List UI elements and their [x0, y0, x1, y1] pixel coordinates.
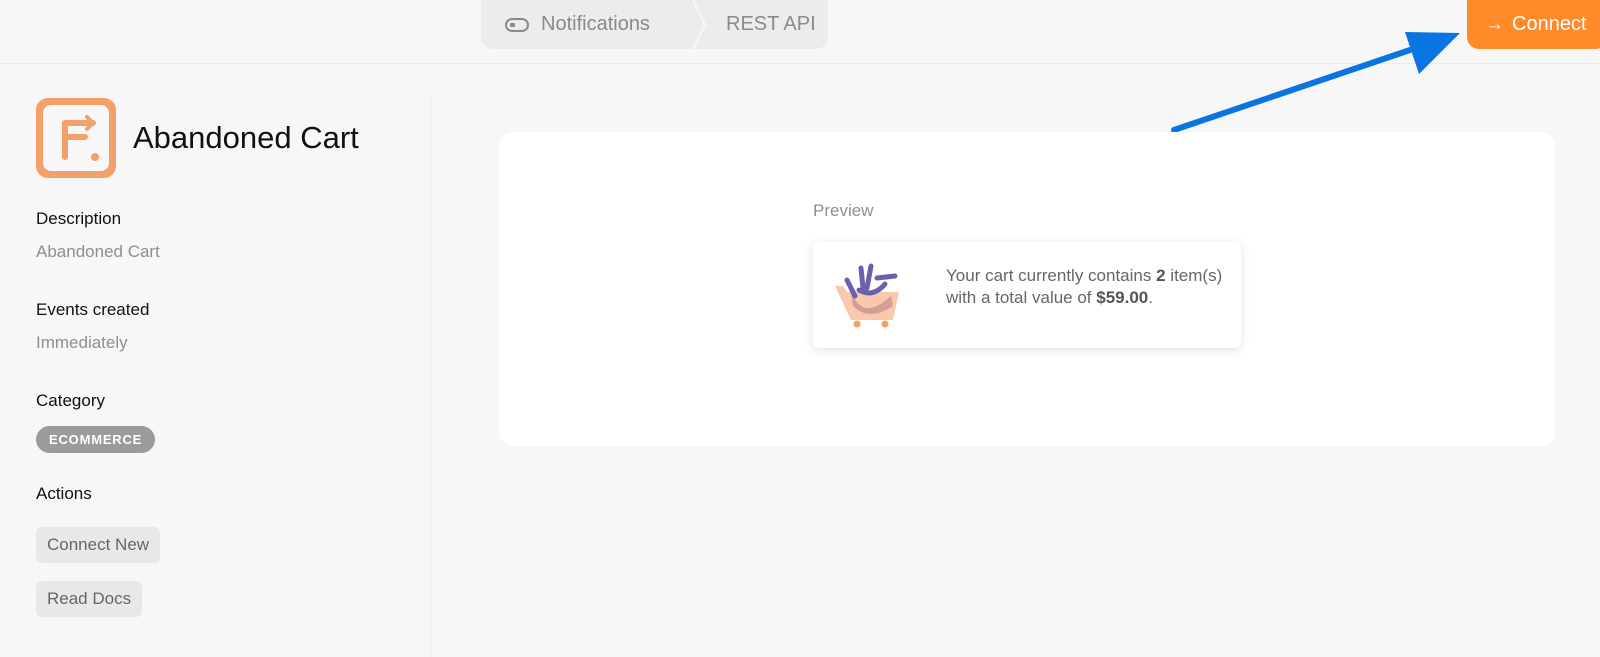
breadcrumb-item-notifications[interactable]: Notifications: [481, 0, 692, 49]
notification-preview-card: Your cart currently contains 2 item(s) w…: [813, 242, 1241, 348]
shopping-cart-illustration: [835, 263, 899, 328]
sidebar: Abandoned Cart Description Abandoned Car…: [0, 96, 431, 657]
read-docs-button[interactable]: Read Docs: [36, 581, 143, 617]
preview-message: Your cart currently contains 2 item(s) w…: [946, 266, 1223, 307]
preview-panel: Preview Your cart currently contains 2 i…: [499, 132, 1555, 446]
breadcrumb-label: Notifications: [541, 13, 650, 35]
events-created-label: Events created: [36, 300, 150, 319]
category-label: Category: [36, 391, 105, 410]
connect-button[interactable]: → Connect: [1467, 0, 1600, 49]
total-value: $59.00: [1096, 288, 1149, 307]
breadcrumb: Notifications REST API: [481, 0, 828, 49]
breadcrumb-item-rest-api[interactable]: REST API: [706, 0, 816, 49]
chevron-separator-icon: [692, 0, 706, 49]
description-value: Abandoned Cart: [36, 242, 160, 261]
page-title: Abandoned Cart: [133, 120, 359, 155]
events-created-value: Immediately: [36, 333, 128, 352]
actions-label: Actions: [36, 484, 92, 503]
top-bar: Notifications REST API → Connect: [0, 0, 1600, 64]
breadcrumb-label: REST API: [726, 13, 816, 35]
toggle-icon: [505, 17, 529, 32]
brand-logo: [36, 98, 116, 178]
category-badge: ECOMMERCE: [36, 426, 156, 453]
item-count: 2: [1156, 266, 1166, 285]
arrow-right-icon: →: [1485, 13, 1504, 35]
connect-new-button[interactable]: Connect New: [36, 527, 161, 563]
description-label: Description: [36, 209, 122, 228]
preview-label: Preview: [813, 201, 874, 220]
connect-label: Connect: [1512, 13, 1587, 35]
